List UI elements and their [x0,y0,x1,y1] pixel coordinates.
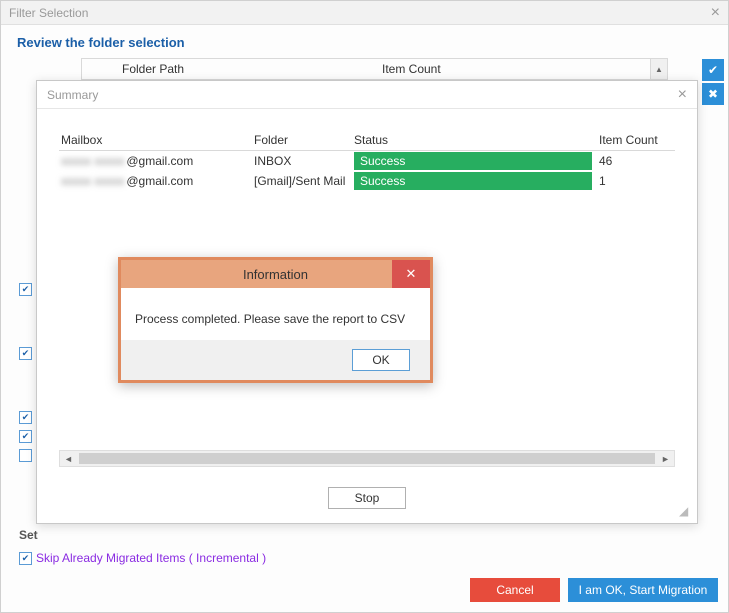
checkbox[interactable] [19,449,32,462]
information-dialog: Information ✕ Process completed. Please … [118,257,433,383]
close-button[interactable]: ✕ [392,260,430,288]
start-migration-button[interactable]: I am OK, Start Migration [568,578,718,602]
left-check-group-2 [19,347,32,366]
status-badge: Success [354,152,592,170]
filter-selection-title: Filter Selection [9,6,88,20]
left-check-group-3 [19,411,32,468]
cell-status: Success [354,152,599,170]
checkbox[interactable] [19,411,32,424]
redacted-text: xxxxx xxxxx [61,174,124,188]
col-item-count[interactable]: Item Count [599,133,675,147]
left-check-group-1 [19,283,32,302]
close-icon[interactable]: × [678,86,687,104]
information-footer: OK [121,340,430,380]
scroll-up-icon[interactable]: ▲ [650,59,667,79]
close-icon: ✕ [406,266,417,282]
status-badge: Success [354,172,592,190]
cell-folder: [Gmail]/Sent Mail [254,174,354,188]
cell-folder: INBOX [254,154,354,168]
checkbox[interactable] [19,283,32,296]
redacted-text: xxxxx xxxxx [61,154,124,168]
horizontal-scrollbar[interactable]: ◄ ► [59,450,675,467]
mailbox-domain: @gmail.com [126,154,193,168]
check-all-button[interactable]: ✔ [702,59,724,81]
uncheck-all-button[interactable]: ✖ [702,83,724,105]
scroll-left-icon[interactable]: ◄ [60,451,77,466]
scrollbar-thumb[interactable] [79,453,655,464]
folder-table-header: Folder Path Item Count ▲ [81,58,668,80]
skip-migrated-row: Skip Already Migrated Items ( Incrementa… [19,551,266,565]
cell-item-count: 46 [599,154,675,168]
mailbox-domain: @gmail.com [126,174,193,188]
stop-button[interactable]: Stop [328,487,406,509]
skip-migrated-label: Skip Already Migrated Items ( Incrementa… [36,551,266,565]
information-title: Information [243,267,308,282]
table-row: xxxxx xxxxx@gmail.com [Gmail]/Sent Mail … [59,171,675,191]
col-folder[interactable]: Folder [254,133,354,147]
footer-buttons: Cancel I am OK, Start Migration [470,578,718,602]
filter-selection-titlebar: Filter Selection × [1,1,728,25]
col-mailbox[interactable]: Mailbox [59,133,254,147]
cell-status: Success [354,172,599,190]
col-item-count[interactable]: Item Count [382,62,667,76]
cancel-button[interactable]: Cancel [470,578,560,602]
information-message: Process completed. Please save the repor… [121,288,430,340]
cell-mailbox: xxxxx xxxxx@gmail.com [59,174,254,188]
side-buttons: ✔ ✖ [702,59,724,105]
ok-button[interactable]: OK [352,349,410,371]
summary-title: Summary [47,88,98,102]
resize-grip-icon[interactable]: ◢ [679,505,691,517]
scroll-right-icon[interactable]: ► [657,451,674,466]
summary-titlebar: Summary × [37,81,697,109]
summary-grid-header: Mailbox Folder Status Item Count [59,129,675,151]
cell-mailbox: xxxxx xxxxx@gmail.com [59,154,254,168]
review-folder-label: Review the folder selection [1,25,728,58]
table-row: xxxxx xxxxx@gmail.com INBOX Success 46 [59,151,675,171]
set-label: Set [19,528,38,542]
checkbox[interactable] [19,347,32,360]
skip-migrated-checkbox[interactable] [19,552,32,565]
col-status[interactable]: Status [354,133,599,147]
checkbox[interactable] [19,430,32,443]
close-icon[interactable]: × [711,4,720,22]
cell-item-count: 1 [599,174,675,188]
col-folder-path[interactable]: Folder Path [82,62,382,76]
information-titlebar: Information ✕ [121,260,430,288]
